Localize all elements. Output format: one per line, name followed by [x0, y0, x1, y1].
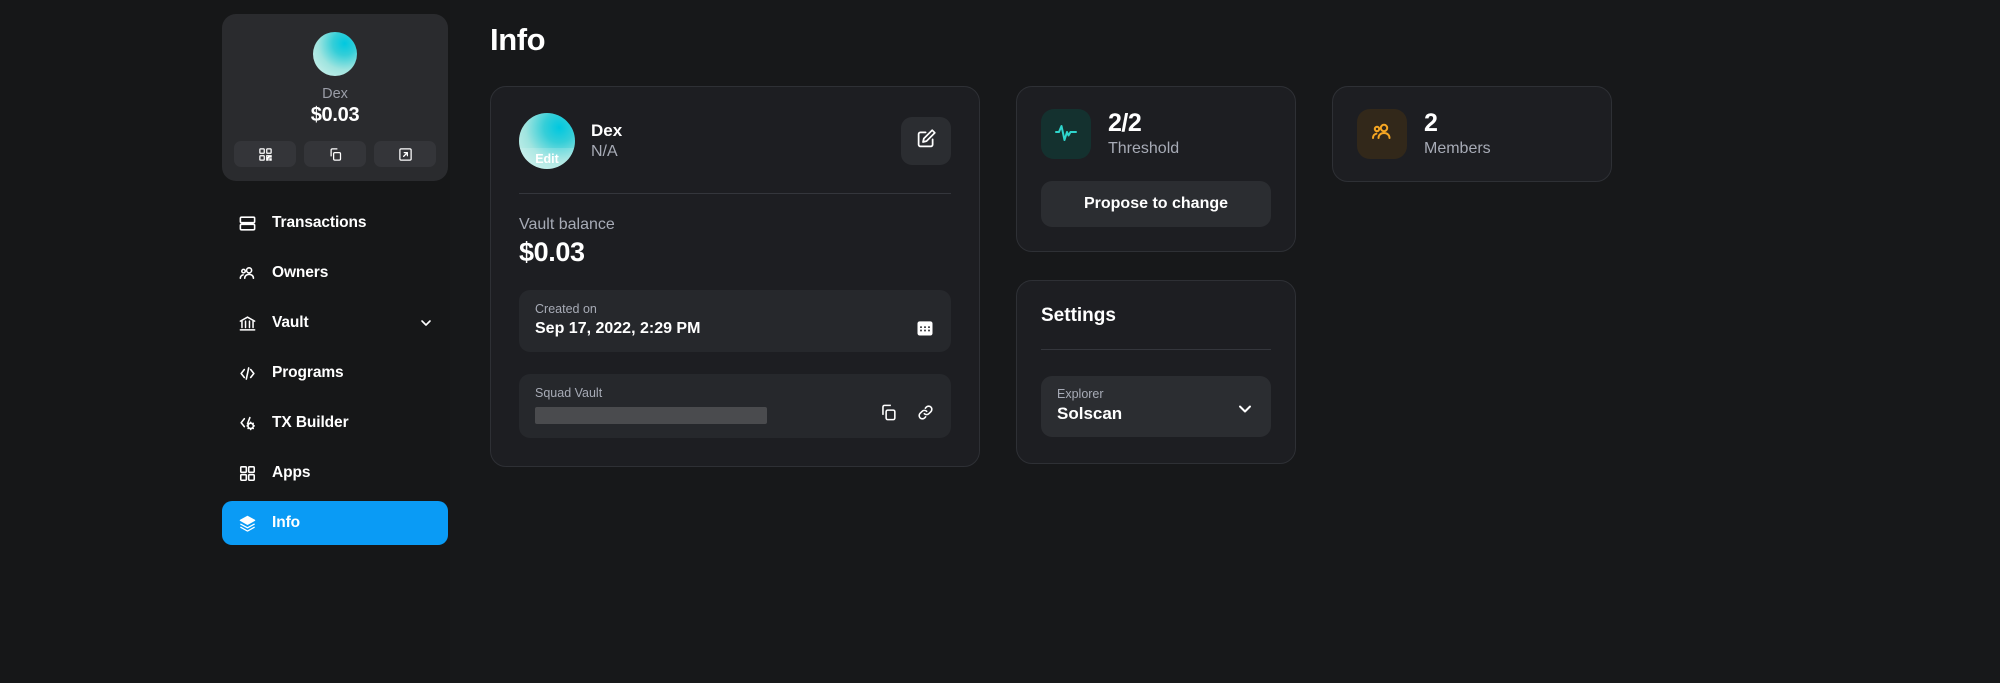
- members-icon: [1370, 120, 1394, 149]
- info-card-header: Edit Dex N/A: [519, 113, 951, 169]
- squad-vault-text: Squad Vault: [535, 386, 879, 424]
- info-card-divider: [519, 193, 951, 194]
- sidebar-item-programs[interactable]: Programs: [222, 351, 448, 395]
- threshold-card: 2/2 Threshold Propose to change: [1016, 86, 1296, 252]
- middle-column: 2/2 Threshold Propose to change Settings…: [1016, 86, 1296, 464]
- threshold-value: 2/2: [1108, 109, 1142, 138]
- cards-row: Edit Dex N/A Vault balance $0.03 Created…: [490, 86, 2000, 467]
- propose-to-change-button[interactable]: Propose to change: [1041, 181, 1271, 227]
- members-icon-tile: [1357, 109, 1407, 159]
- sidebar-item-label: Transactions: [272, 214, 367, 231]
- explorer-value: Solscan: [1057, 404, 1123, 423]
- squad-vault-label: Squad Vault: [535, 386, 603, 400]
- squad-vault-address: [535, 407, 767, 424]
- avatar[interactable]: Edit: [519, 113, 575, 169]
- created-on-value: Sep 17, 2022, 2:29 PM: [535, 320, 701, 337]
- sidebar-item-vault[interactable]: Vault: [222, 301, 448, 345]
- members-label: Members: [1424, 139, 1491, 157]
- info-card-identity: Dex N/A: [591, 121, 901, 161]
- chevron-down-icon: [1235, 399, 1255, 424]
- activity-pulse-icon: [1054, 120, 1078, 149]
- squad-vault-field: Squad Vault: [519, 374, 951, 438]
- sidebar-item-label: Vault: [272, 314, 309, 331]
- created-on-field: Created on Sep 17, 2022, 2:29 PM: [519, 290, 951, 352]
- threshold-stat: 2/2 Threshold: [1041, 109, 1271, 159]
- vault-amount: $0.03: [310, 104, 360, 126]
- link-icon[interactable]: [916, 403, 935, 422]
- copy-icon: [328, 147, 343, 162]
- people-icon: [236, 264, 258, 283]
- members-text: 2 Members: [1424, 110, 1491, 157]
- edit-button[interactable]: [901, 117, 951, 165]
- qr-code-icon: [258, 147, 273, 162]
- bank-icon: [236, 314, 258, 333]
- vault-actions: [234, 141, 436, 167]
- code-gear-icon: [236, 414, 258, 433]
- sidebar-item-label: Info: [272, 514, 301, 531]
- threshold-label: Threshold: [1108, 139, 1180, 157]
- sidebar-item-label: Owners: [272, 264, 329, 281]
- explorer-select-text: Explorer Solscan: [1057, 387, 1122, 424]
- open-explorer-button[interactable]: [374, 141, 436, 167]
- vault-summary-card: Dex $0.03: [222, 14, 448, 181]
- edit-icon: [916, 128, 937, 154]
- squad-description: N/A: [591, 143, 618, 160]
- sidebar-item-info[interactable]: Info: [222, 501, 448, 545]
- sidebar-item-transactions[interactable]: Transactions: [222, 201, 448, 245]
- sidebar-item-owners[interactable]: Owners: [222, 251, 448, 295]
- chevron-down-icon[interactable]: [418, 315, 434, 331]
- squad-name: Dex: [591, 121, 623, 140]
- vault-balance-value: $0.03: [519, 237, 585, 267]
- sidebar-item-apps[interactable]: Apps: [222, 451, 448, 495]
- rows-icon: [236, 214, 258, 233]
- copy-address-button[interactable]: [304, 141, 366, 167]
- created-on-label: Created on: [535, 302, 597, 316]
- explorer-label: Explorer: [1057, 387, 1104, 401]
- code-icon: [236, 364, 258, 383]
- vault-name: Dex: [322, 86, 348, 102]
- sidebar-item-label: Apps: [272, 464, 311, 481]
- sidebar: Dex $0.03 Transactions Owners Vault Prog…: [0, 0, 450, 683]
- copy-icon[interactable]: [879, 403, 898, 422]
- sidebar-item-label: TX Builder: [272, 414, 349, 431]
- threshold-text: 2/2 Threshold: [1108, 110, 1179, 157]
- qr-code-button[interactable]: [234, 141, 296, 167]
- created-on-text: Created on Sep 17, 2022, 2:29 PM: [535, 302, 915, 338]
- calendar-icon[interactable]: [915, 318, 935, 338]
- members-value: 2: [1424, 109, 1438, 138]
- sidebar-nav: Transactions Owners Vault Programs TX Bu…: [0, 201, 450, 545]
- layers-icon: [236, 514, 258, 533]
- vault-balance-label: Vault balance: [519, 216, 615, 233]
- avatar-edit-label: Edit: [519, 148, 575, 169]
- settings-card: Settings Explorer Solscan: [1016, 280, 1296, 464]
- sidebar-item-tx-builder[interactable]: TX Builder: [222, 401, 448, 445]
- page-title: Info: [490, 22, 546, 57]
- vault-avatar: [313, 32, 357, 76]
- explorer-select[interactable]: Explorer Solscan: [1041, 376, 1271, 437]
- squad-vault-actions: [879, 403, 935, 424]
- settings-title: Settings: [1041, 305, 1116, 326]
- sidebar-item-label: Programs: [272, 364, 344, 381]
- members-card: 2 Members: [1332, 86, 1612, 182]
- app-root: Dex $0.03 Transactions Owners Vault Prog…: [0, 0, 2000, 683]
- external-link-icon: [398, 147, 413, 162]
- main-content: Info Edit Dex N/A Vault balance $0.03 Cr…: [450, 0, 2000, 683]
- settings-divider: [1041, 349, 1271, 350]
- info-card: Edit Dex N/A Vault balance $0.03 Created…: [490, 86, 980, 467]
- grid-icon: [236, 464, 258, 483]
- threshold-icon-tile: [1041, 109, 1091, 159]
- members-stat: 2 Members: [1357, 109, 1587, 159]
